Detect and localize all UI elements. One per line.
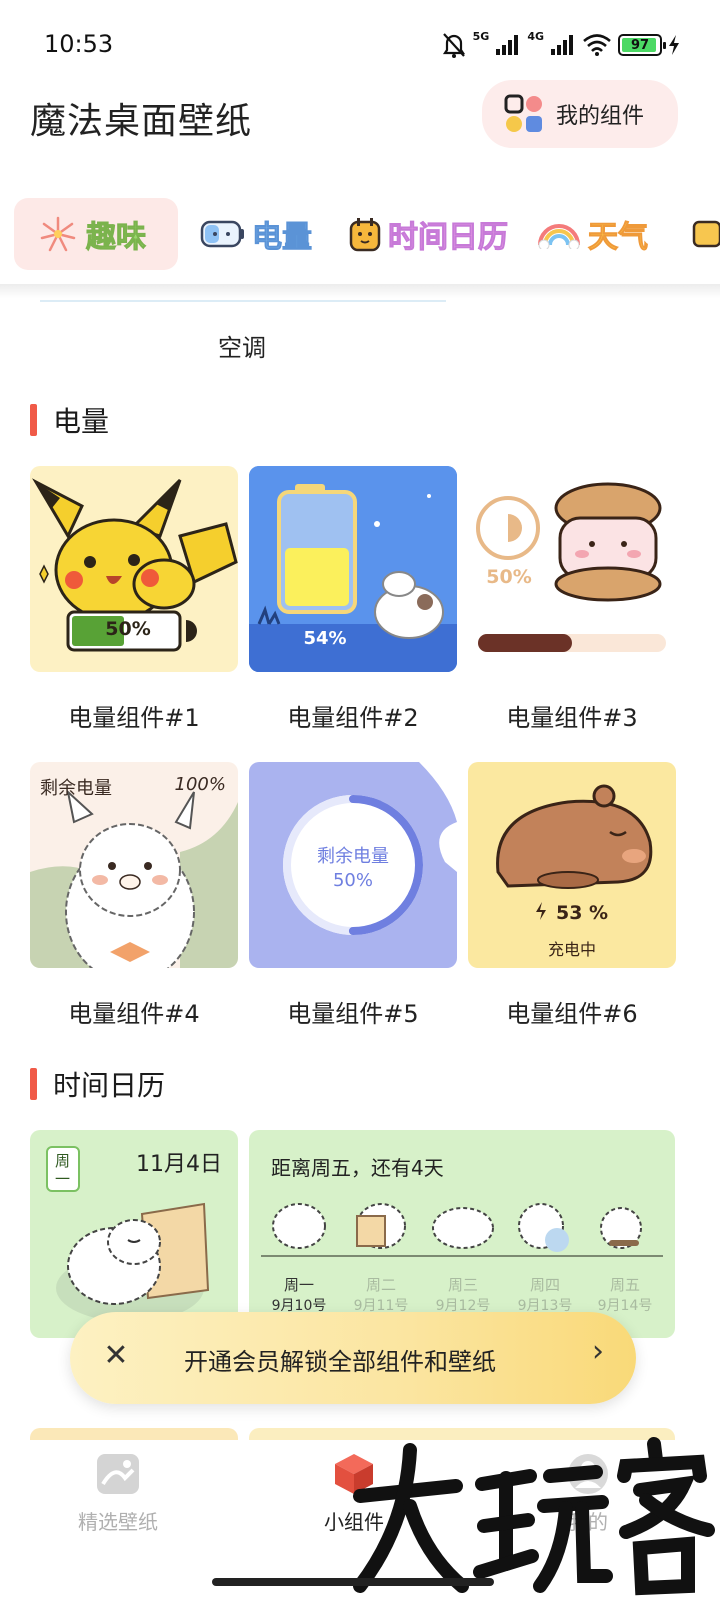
nav-item-wallpapers[interactable]: 精选壁纸: [48, 1452, 188, 1535]
mute-bell-icon: [442, 33, 465, 58]
sleeping-dog-illustration: [56, 1202, 210, 1322]
power-widget-4-label: 剩余电量: [40, 778, 112, 799]
battery-level: 97: [630, 37, 650, 53]
power-widget-6[interactable]: 53 % 充电中: [468, 762, 676, 968]
wifi-icon: [583, 34, 611, 56]
watermark-logo: [353, 1437, 715, 1596]
signal-icon-2: [551, 35, 573, 55]
calendar-bear-icon: [349, 218, 381, 252]
rainbow-icon: [538, 224, 580, 249]
power-widget-5-label: 剩余电量: [317, 846, 389, 867]
tab-power[interactable]: 电量: [200, 198, 313, 270]
tab-weather[interactable]: 天气: [536, 198, 649, 270]
weekday-name: 周一: [283, 1276, 314, 1294]
power-widget-2-value: 54%: [303, 628, 347, 649]
power-widget-6-status: 充电中: [547, 940, 596, 959]
vip-banner-text: 开通会员解锁全部组件和壁纸: [184, 1348, 496, 1376]
calendar-widget-1[interactable]: 周一 11月4日: [30, 1130, 238, 1338]
power-widget-4-caption: 电量组件#4: [68, 1000, 200, 1028]
close-icon[interactable]: ✕: [96, 1336, 136, 1376]
section-accent-bar: [30, 1068, 37, 1100]
ac-caption: 空调: [218, 334, 266, 362]
weekday-name: 周五: [609, 1276, 640, 1294]
status-icons: 5G 4G 97: [441, 28, 680, 62]
power-widget-1-value: 50%: [105, 618, 151, 640]
nav-wallpapers-label: 精选壁纸: [78, 1510, 158, 1534]
status-time: 10:53: [44, 30, 114, 58]
pikachu-illustration: [32, 478, 238, 652]
firework-icon: [40, 216, 76, 252]
power-widget-5-value: 50%: [332, 870, 373, 891]
tab-fun-label: 趣味: [86, 220, 147, 256]
signal-icon: [496, 35, 519, 55]
weekday-name: 周二: [365, 1276, 396, 1294]
power-widget-6-caption: 电量组件#6: [506, 1000, 638, 1028]
power-widget-4-value: 100%: [174, 774, 226, 795]
weekday-name: 周三: [447, 1276, 478, 1294]
tab-time-label: 时间日历: [388, 220, 509, 256]
widgets-grid-icon: [504, 94, 542, 132]
home-indicator[interactable]: [212, 1578, 494, 1586]
section-calendar-header: 时间日历: [30, 1064, 165, 1104]
weekday-item-5: 周五 9月14号: [585, 1274, 665, 1315]
my-widgets-button[interactable]: 我的组件: [482, 80, 678, 148]
category-tabs: 趣味 电量 时间日历 天气: [0, 192, 720, 282]
power-widget-1[interactable]: 50%: [30, 466, 238, 672]
tab-weather-label: 天气: [588, 220, 649, 256]
picture-icon: [692, 220, 720, 248]
battery-face-icon: [200, 220, 244, 248]
power-widget-2[interactable]: 54%: [249, 466, 457, 672]
tab-more[interactable]: [692, 198, 720, 270]
my-widgets-label: 我的组件: [556, 104, 645, 129]
app-title: 魔法桌面壁纸: [30, 101, 253, 142]
weekday-name: 周四: [529, 1276, 560, 1294]
vip-banner[interactable]: ✕ 开通会员解锁全部组件和壁纸 ›: [70, 1312, 636, 1404]
section-power-header: 电量: [30, 400, 109, 440]
power-widget-3-value: 50%: [486, 566, 532, 588]
weekday-item-3: 周三 9月12号: [423, 1274, 503, 1315]
power-widget-3[interactable]: 50%: [468, 466, 676, 672]
power-widget-5[interactable]: 剩余电量 50%: [249, 762, 457, 968]
weekday-item-1: 周一 9月10号: [259, 1274, 339, 1315]
calendar-widget-2[interactable]: 距离周五，还有4天 周一 9月10号 周二 9月11号 周三 9月12号 周四 …: [249, 1130, 675, 1338]
wallpaper-icon: [97, 1454, 139, 1494]
tabs-divider: [0, 284, 720, 298]
network-5g-label: 5G: [472, 29, 490, 43]
network-4g-label: 4G: [527, 29, 544, 43]
power-widget-4[interactable]: 剩余电量 100%: [30, 762, 238, 968]
battery-icon: 97: [618, 34, 666, 56]
weekday-item-4: 周四 9月13号: [505, 1274, 585, 1315]
tab-power-label: 电量: [252, 220, 313, 256]
tab-time-calendar[interactable]: 时间日历: [348, 198, 509, 270]
weekday-item-2: 周二 9月11号: [341, 1274, 421, 1315]
charging-bolt-icon: [669, 35, 679, 55]
power-widget-2-caption: 电量组件#2: [287, 704, 419, 732]
section-accent-bar: [30, 404, 37, 436]
chevron-right-icon[interactable]: ›: [592, 1334, 604, 1369]
section-calendar-title: 时间日历: [53, 1069, 166, 1102]
partial-card-edge: [40, 300, 446, 302]
power-widget-1-caption: 电量组件#1: [68, 704, 200, 732]
section-power-title: 电量: [53, 405, 110, 438]
power-widget-3-caption: 电量组件#3: [506, 704, 638, 732]
power-widget-6-value: 53 %: [556, 902, 609, 924]
tab-fun[interactable]: 趣味: [14, 198, 178, 270]
power-widget-5-caption: 电量组件#5: [287, 1000, 419, 1028]
status-bar: 10:53 5G 4G 97: [0, 0, 720, 84]
